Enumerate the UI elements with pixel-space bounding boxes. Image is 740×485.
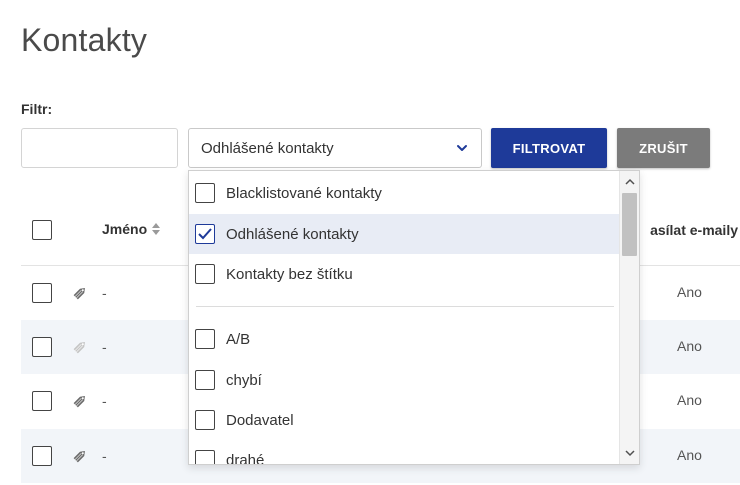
dropdown-option[interactable]: A/B: [189, 319, 621, 359]
chevron-down-icon: [457, 145, 467, 151]
filter-dropdown-menu: Blacklistované kontakty Odhlášené kontakt…: [188, 170, 640, 465]
tag-icon[interactable]: [70, 337, 90, 357]
row-checkbox[interactable]: [32, 283, 52, 303]
select-all-checkbox[interactable]: [32, 220, 52, 240]
column-header-send-emails[interactable]: asílat e-maily: [650, 222, 738, 238]
row-name: -: [102, 448, 107, 464]
row-name: -: [102, 285, 107, 301]
dropdown-option[interactable]: drahé: [189, 440, 621, 465]
dropdown-divider: [196, 306, 614, 307]
option-checkbox[interactable]: [195, 450, 215, 464]
dropdown-scrollbar[interactable]: [619, 171, 639, 464]
option-checkbox[interactable]: [195, 370, 215, 390]
tag-icon[interactable]: [70, 283, 90, 303]
option-checkbox[interactable]: [195, 410, 215, 430]
cancel-button[interactable]: ZRUŠIT: [617, 128, 710, 168]
dropdown-option[interactable]: chybí: [189, 360, 621, 400]
column-header-name-label: Jméno: [102, 221, 148, 237]
filter-select[interactable]: Odhlášené kontakty: [188, 128, 482, 168]
option-checkbox[interactable]: [195, 183, 215, 203]
column-header-name[interactable]: Jméno: [102, 221, 161, 237]
filter-button[interactable]: FILTROVAT: [491, 128, 607, 168]
row-send-emails: Ano: [677, 338, 702, 354]
row-name: -: [102, 339, 107, 355]
option-label: drahé: [226, 451, 265, 465]
dropdown-option[interactable]: Odhlášené kontakty: [189, 214, 621, 254]
row-name: -: [102, 393, 107, 409]
filter-text-input[interactable]: [21, 128, 178, 168]
option-label: chybí: [226, 371, 262, 389]
row-send-emails: Ano: [677, 447, 702, 463]
row-checkbox[interactable]: [32, 391, 52, 411]
option-label: A/B: [226, 330, 251, 348]
option-checkbox[interactable]: [195, 329, 215, 349]
filter-label: Filtr:: [21, 101, 53, 117]
scrollbar-thumb[interactable]: [622, 193, 637, 256]
scroll-down-arrow-icon[interactable]: [620, 444, 639, 462]
option-label: Odhlášené kontakty: [226, 225, 359, 243]
row-checkbox[interactable]: [32, 446, 52, 466]
check-icon: [198, 228, 212, 240]
row-send-emails: Ano: [677, 392, 702, 408]
tag-icon[interactable]: [70, 391, 90, 411]
filter-select-value: Odhlášené kontakty: [201, 139, 334, 157]
dropdown-option[interactable]: Dodavatel: [189, 400, 621, 440]
option-label: Kontakty bez štítku: [226, 265, 353, 283]
page-title: Kontakty: [21, 22, 148, 58]
dropdown-option[interactable]: Blacklistované kontakty: [189, 173, 621, 213]
option-checkbox[interactable]: [195, 264, 215, 284]
row-send-emails: Ano: [677, 284, 702, 300]
option-label: Blacklistované kontakty: [226, 184, 382, 202]
dropdown-option[interactable]: Kontakty bez štítku: [189, 254, 621, 294]
sort-icon: [152, 223, 161, 235]
tag-icon[interactable]: [70, 446, 90, 466]
option-label: Dodavatel: [226, 411, 294, 429]
scroll-up-arrow-icon[interactable]: [620, 173, 639, 191]
option-checkbox[interactable]: [195, 224, 215, 244]
row-checkbox[interactable]: [32, 337, 52, 357]
